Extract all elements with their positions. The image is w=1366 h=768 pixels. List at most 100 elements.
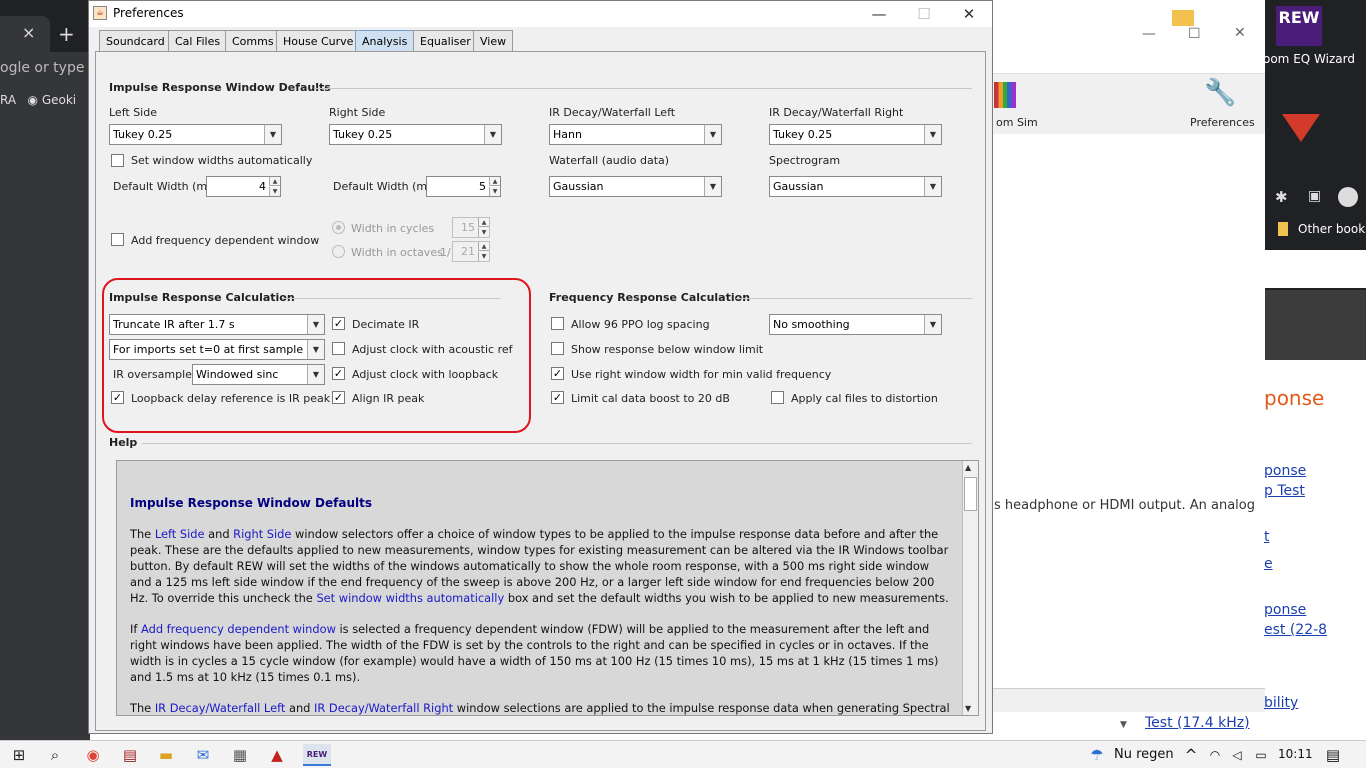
right-side-value: Tukey 0.25 [333,128,393,141]
clock[interactable]: 10:11 [1278,747,1313,761]
imports-select[interactable]: For imports set t=0 at first sample ▼ [109,339,325,360]
page-link[interactable]: t [1264,529,1270,545]
decimate-checkbox[interactable]: ✓ [332,317,345,330]
search-icon[interactable]: ⌕ [44,744,66,766]
waterfall-select[interactable]: Gaussian ▼ [549,176,722,197]
page-link[interactable]: Test (17.4 kHz) [1145,715,1250,731]
acrobat-icon[interactable]: ▲ [266,744,288,766]
wifi-icon[interactable]: ◠ [1204,744,1226,766]
chrome-icon[interactable]: ◉ [82,744,104,766]
help-scrollbar[interactable]: ▲ ▼ [962,461,978,715]
page-link[interactable]: p Test [1264,483,1305,499]
notification-icon[interactable]: ▤ [1322,744,1344,766]
chevron-down-icon[interactable]: ▼ [704,177,721,196]
weather-text[interactable]: Nu regen [1114,747,1174,762]
bookmark-item[interactable]: Geoki [42,93,76,107]
tab-equaliser[interactable]: Equaliser [413,30,478,52]
below-limit-checkbox[interactable] [551,342,564,355]
help-paragraph: The Left Side and Right Side window sele… [130,526,950,606]
right-width-spinner[interactable]: 5 ▲ ▼ [426,176,501,197]
page-link[interactable]: bility [1264,695,1298,711]
adjust-loopback-checkbox[interactable]: ✓ [332,367,345,380]
spin-up-icon[interactable]: ▲ [489,177,500,186]
page-link[interactable]: est (22-8 [1264,622,1327,638]
chevron-down-icon[interactable]: ▼ [924,177,941,196]
new-tab-button[interactable]: + [58,22,75,46]
tab-comms[interactable]: Comms [225,30,281,52]
apply-cal-checkbox[interactable] [771,391,784,404]
right-window-checkbox[interactable]: ✓ [551,367,564,380]
chevron-down-icon[interactable]: ▼ [307,315,324,334]
spin-down-icon[interactable]: ▼ [269,187,280,196]
chevron-down-icon[interactable]: ▼ [307,340,324,359]
close-icon[interactable]: ✕ [949,3,989,25]
page-link[interactable]: e [1264,556,1273,572]
left-width-value: 4 [259,180,266,193]
page-link[interactable]: ponse [1264,602,1306,618]
mail-icon[interactable]: ✉ [192,744,214,766]
tab-close-icon[interactable]: × [22,23,35,42]
chevron-down-icon[interactable]: ▼ [264,125,281,144]
volume-icon[interactable]: ◁ [1226,744,1248,766]
scroll-thumb[interactable] [964,477,977,511]
spectrogram-select[interactable]: Gaussian ▼ [769,176,942,197]
battery-icon[interactable]: ▭ [1250,744,1272,766]
limit-cal-checkbox[interactable]: ✓ [551,391,564,404]
room-sim-icon[interactable] [994,82,1016,108]
spin-down-icon[interactable]: ▼ [489,187,500,196]
avatar[interactable] [1338,187,1358,207]
fdw-checkbox[interactable] [111,233,124,246]
spin-up-icon[interactable]: ▲ [269,177,280,186]
chevron-down-icon[interactable]: ▼ [484,125,501,144]
close-icon[interactable]: ✕ [1234,25,1246,41]
minimize-icon[interactable]: — [1142,26,1156,42]
ppo-checkbox[interactable] [551,317,564,330]
winrar-icon[interactable]: ▤ [119,744,141,766]
truncate-select[interactable]: Truncate IR after 1.7 s ▼ [109,314,325,335]
chevron-down-icon[interactable]: ▼ [924,315,941,334]
extensions-icon[interactable]: ✱ [1275,188,1288,206]
help-keyword: Left Side [154,527,205,541]
folder-icon[interactable] [1172,10,1194,26]
left-width-spinner[interactable]: 4 ▲ ▼ [206,176,281,197]
chrome-tab[interactable]: × [0,16,50,52]
chevron-down-icon[interactable]: ▼ [307,365,324,384]
minimize-icon[interactable]: — [859,3,899,25]
omnibox[interactable]: ogle or type [0,60,84,76]
ir-decay-right-select[interactable]: Tukey 0.25 ▼ [769,124,942,145]
tab-house-curve[interactable]: House Curve [276,30,361,52]
tab-cal-files[interactable]: Cal Files [168,30,228,52]
page-link[interactable]: ponse [1264,463,1306,479]
rew-desktop-icon[interactable]: REW [1276,6,1322,46]
loopback-delay-checkbox[interactable]: ✓ [111,391,124,404]
chevron-down-icon[interactable]: ▼ [1120,720,1127,730]
right-side-select[interactable]: Tukey 0.25 ▼ [329,124,502,145]
scroll-down-icon[interactable]: ▼ [965,704,971,713]
bookmark-item[interactable]: RA [0,93,16,107]
chevron-up-icon[interactable]: ^ [1180,744,1202,766]
other-bookmarks[interactable]: Other bookm [1298,222,1366,236]
limit-cal-label: Limit cal data boost to 20 dB [571,392,730,405]
oversampler-select[interactable]: Windowed sinc ▼ [192,364,325,385]
rew-taskbar-icon[interactable]: REW [303,744,331,766]
wrench-icon[interactable]: 🔧 [1204,78,1236,108]
smoothing-select[interactable]: No smoothing ▼ [769,314,942,335]
tab-analysis[interactable]: Analysis [355,30,415,52]
set-auto-checkbox[interactable] [111,154,124,167]
scroll-up-icon[interactable]: ▲ [965,463,971,472]
left-side-select[interactable]: Tukey 0.25 ▼ [109,124,282,145]
adjust-acoustic-label: Adjust clock with acoustic ref [352,343,513,356]
adjust-acoustic-checkbox[interactable] [332,342,345,355]
align-peak-checkbox[interactable]: ✓ [332,391,345,404]
side-panel-icon[interactable]: ▣ [1308,188,1321,204]
windows-start-icon[interactable]: ⊞ [8,744,30,766]
help-text-area[interactable]: Impulse Response Window Defaults The Lef… [116,460,979,716]
file-explorer-icon[interactable]: ▬ [155,744,177,766]
tab-view[interactable]: View [473,30,514,52]
maximize-icon[interactable]: ☐ [1188,26,1201,42]
calculator-icon[interactable]: ▦ [229,744,251,766]
chevron-down-icon[interactable]: ▼ [704,125,721,144]
ir-decay-left-select[interactable]: Hann ▼ [549,124,722,145]
tab-soundcard[interactable]: Soundcard [99,30,172,52]
chevron-down-icon[interactable]: ▼ [924,125,941,144]
